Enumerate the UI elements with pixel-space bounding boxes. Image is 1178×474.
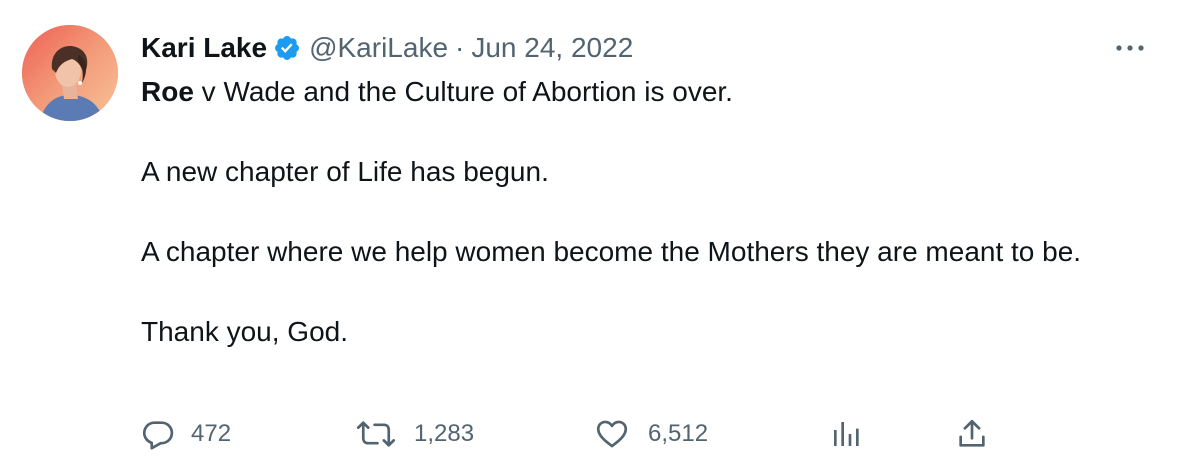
action-bar: 472 1,283 6,512 <box>0 414 1178 454</box>
avatar-photo <box>22 25 118 121</box>
heart-icon <box>594 417 630 451</box>
like-count: 6,512 <box>648 420 709 447</box>
verified-badge-icon <box>273 34 301 62</box>
tweet-text: Roe v Wade and the Culture of Abortion i… <box>141 72 1151 352</box>
share-icon <box>955 417 989 451</box>
retweet-icon <box>356 417 396 451</box>
reply-count: 472 <box>191 420 232 447</box>
tweet-line-4: Thank you, God. <box>141 316 349 347</box>
retweet-count: 1,283 <box>414 420 475 447</box>
tweet-line-2: A new chapter of Life has begun. <box>141 156 549 187</box>
handle[interactable]: @KariLake <box>309 32 448 64</box>
analytics-icon <box>830 417 862 451</box>
separator-dot: · <box>455 32 465 63</box>
display-name[interactable]: Kari Lake <box>141 32 267 64</box>
tweet-header: Kari Lake @KariLake · Jun 24, 2022 <box>141 28 633 68</box>
share-button[interactable] <box>955 414 989 454</box>
tweet-line-3: A chapter where we help women become the… <box>141 236 1082 267</box>
tweet[interactable]: Kari Lake @KariLake · Jun 24, 2022 Roe v… <box>0 0 1178 474</box>
tweet-line-1-rest: v Wade and the Culture of Abortion is ov… <box>193 76 733 107</box>
reply-button[interactable]: 472 <box>141 414 231 454</box>
analytics-button[interactable] <box>830 414 862 454</box>
like-button[interactable]: 6,512 <box>594 414 708 454</box>
highlighted-word: Roe <box>141 76 194 107</box>
avatar[interactable] <box>22 25 118 121</box>
reply-icon <box>141 417 175 451</box>
retweet-button[interactable]: 1,283 <box>356 414 474 454</box>
tweet-date[interactable]: Jun 24, 2022 <box>471 32 633 64</box>
tweet-line-1: Roe v Wade and the Culture of Abortion i… <box>141 72 1151 112</box>
more-icon[interactable] <box>1112 38 1148 58</box>
